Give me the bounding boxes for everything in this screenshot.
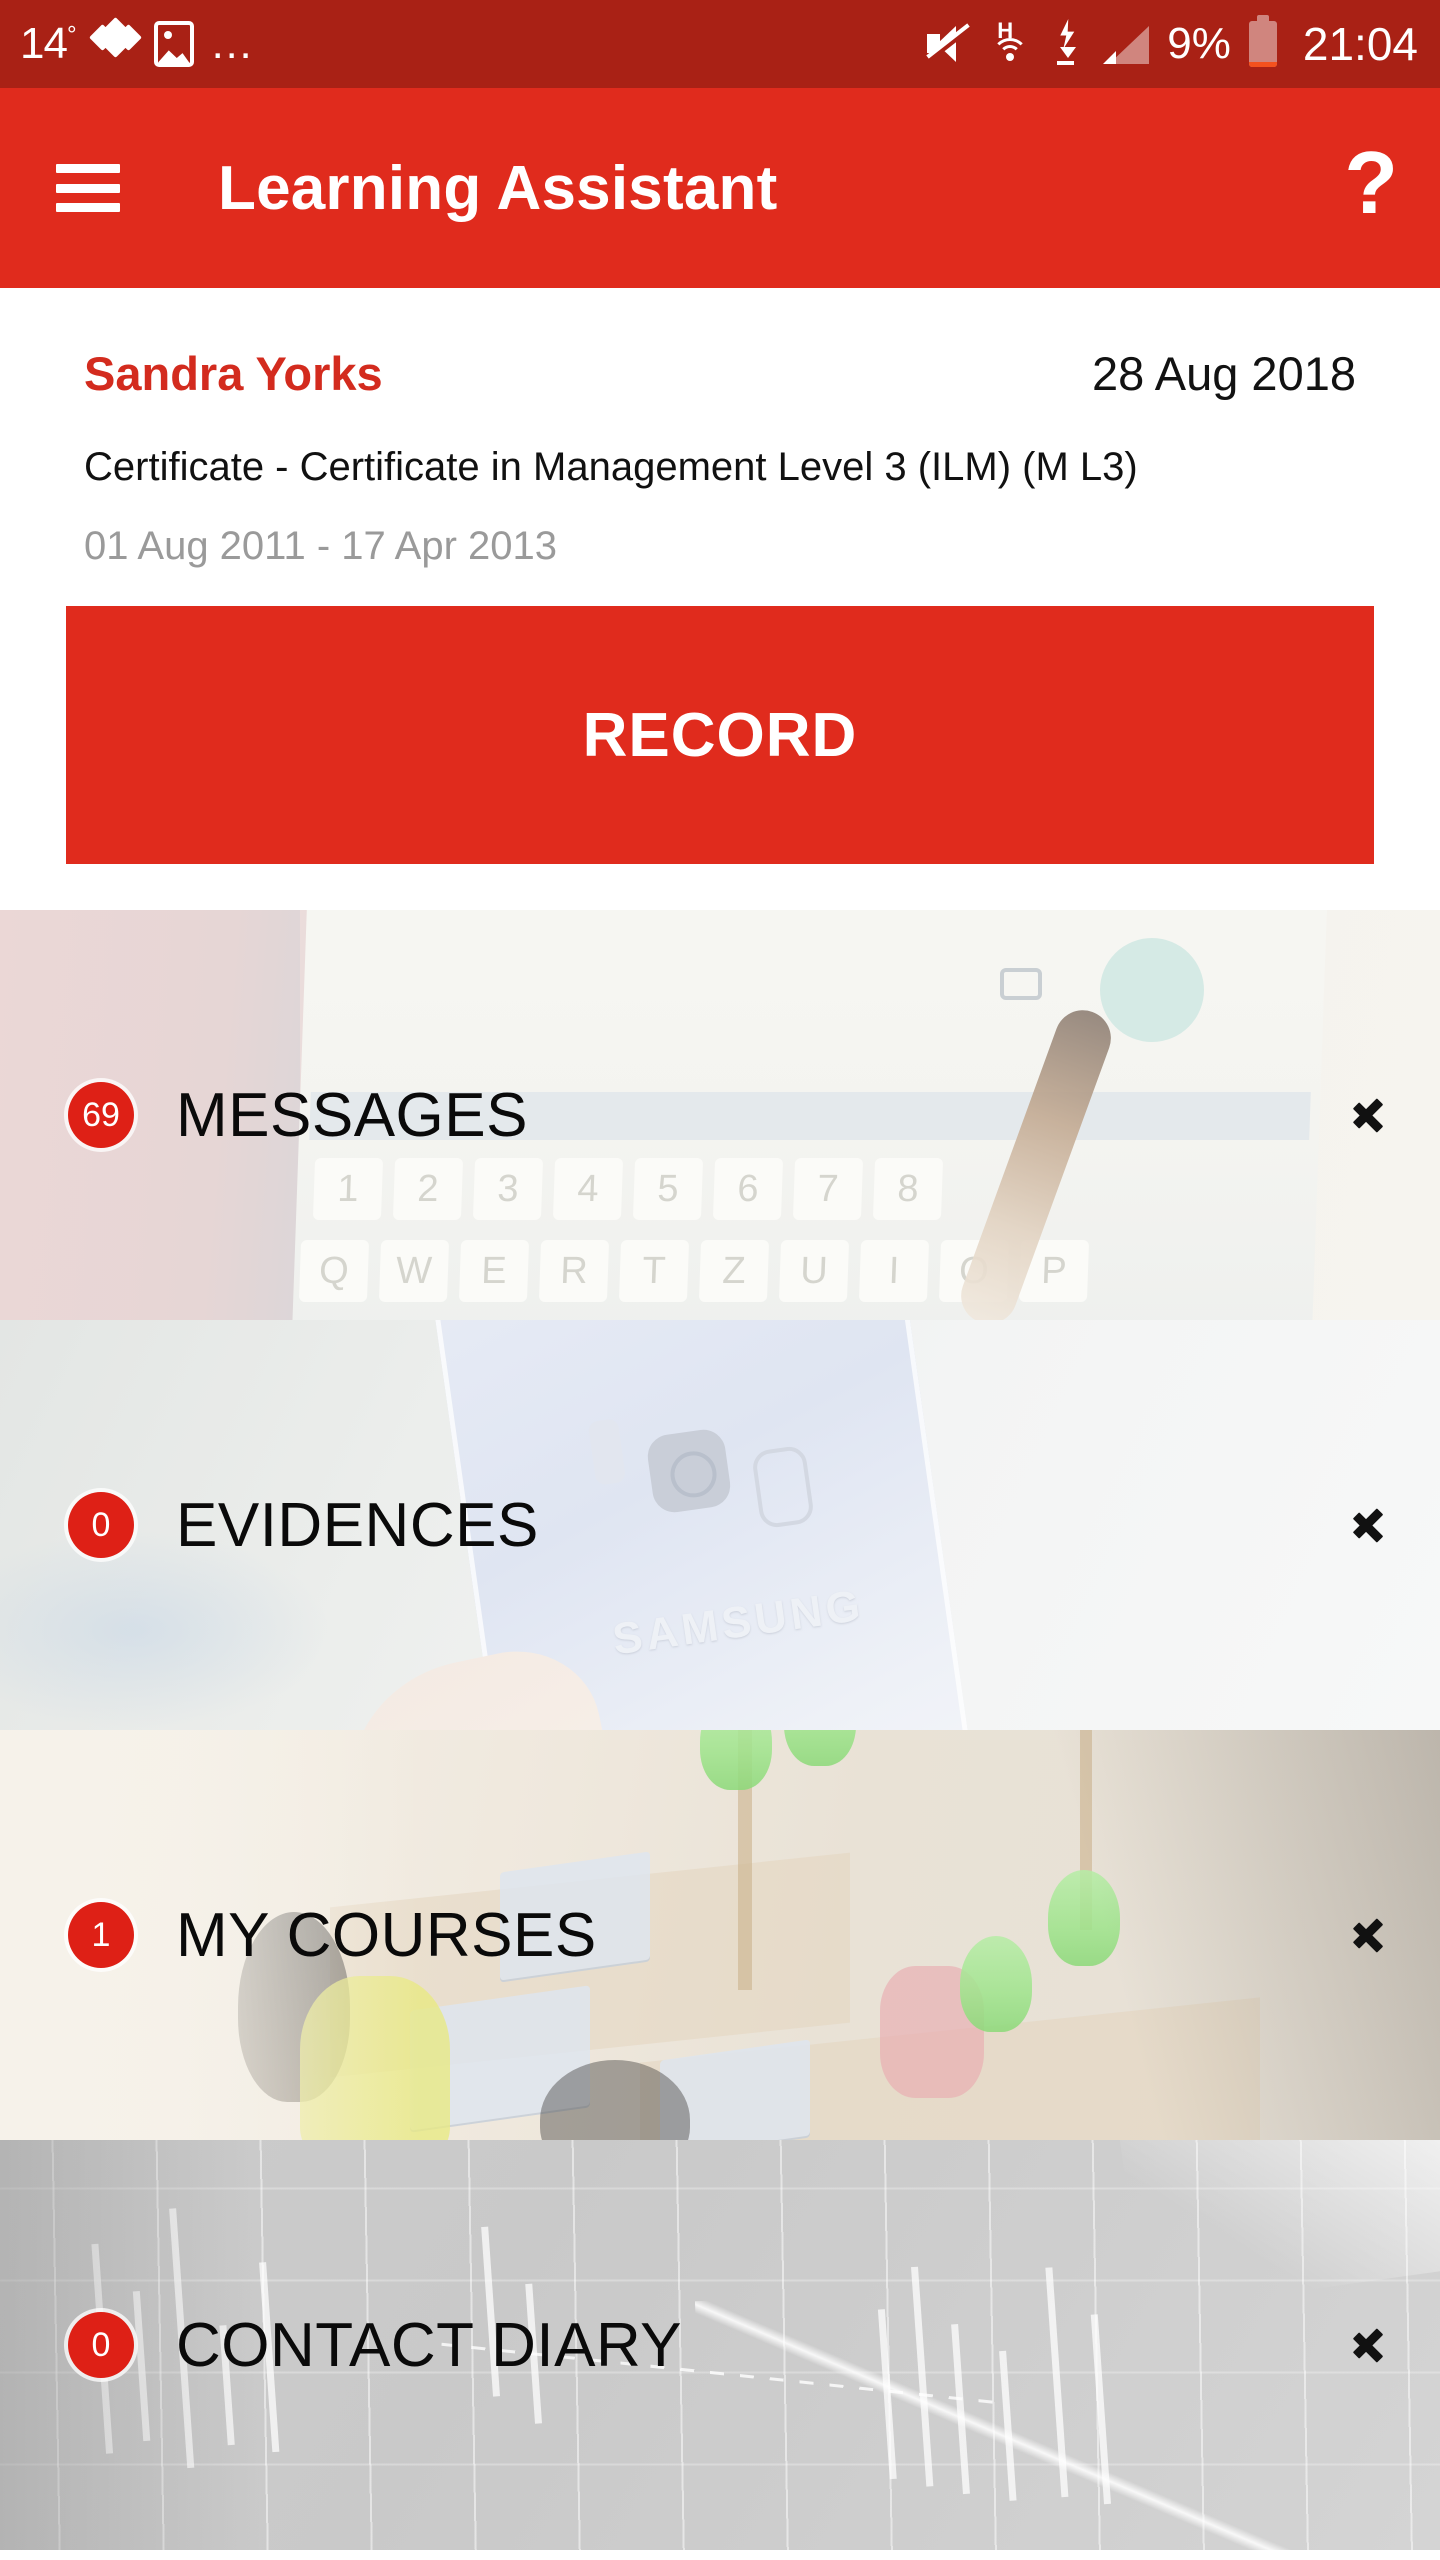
chevron-right-icon[interactable] [1352, 1499, 1382, 1551]
chevron-right-icon[interactable] [1352, 1089, 1382, 1141]
qualification-title: Certificate - Certificate in Management … [84, 445, 1138, 489]
app-bar: Learning Assistant ? [0, 88, 1440, 288]
gallery-icon [153, 21, 194, 67]
battery-icon [1248, 15, 1277, 67]
contact-diary-badge: 0 [68, 2312, 134, 2378]
weather-temperature: 14° [20, 19, 77, 68]
hamburger-menu-icon[interactable] [56, 164, 120, 212]
menu-row-contact-diary[interactable]: 0 CONTACT DIARY [0, 2140, 1440, 2550]
menu-row-label-contact-diary: CONTACT DIARY [176, 2310, 683, 2380]
learner-date: 28 Aug 2018 [1092, 347, 1356, 400]
evidences-badge: 0 [68, 1492, 134, 1558]
learner-card-header: Sandra Yorks 28 Aug 2018 [84, 288, 1356, 401]
my-courses-badge: 1 [68, 1902, 134, 1968]
page-title: Learning Assistant [218, 153, 778, 223]
battery-percent: 9% [1167, 19, 1231, 68]
status-bar-left: 14° … [20, 17, 256, 69]
overflow-dots-icon: … [209, 19, 256, 68]
signal-icon [1103, 24, 1150, 64]
data-download-icon [1051, 19, 1085, 69]
record-button[interactable]: RECORD [66, 606, 1374, 864]
menu-row-label-my-courses: MY COURSES [176, 1900, 597, 1970]
learner-card: Sandra Yorks 28 Aug 2018 Certificate - C… [0, 288, 1440, 910]
degree-symbol: ° [66, 21, 77, 49]
learner-name: Sandra Yorks [84, 347, 383, 400]
wifi-h-icon: H [989, 18, 1033, 68]
app-screen: 14° … H 9% 21:04 Learning Assistant ? Sa… [0, 0, 1440, 2560]
help-icon[interactable]: ? [1344, 139, 1398, 237]
clock: 21:04 [1302, 18, 1418, 70]
status-bar: 14° … H 9% 21:04 [0, 0, 1440, 88]
chevron-right-icon[interactable] [1352, 2319, 1382, 2371]
menu-row-my-courses[interactable]: 1 MY COURSES [0, 1730, 1440, 2140]
menu-row-label-evidences: EVIDENCES [176, 1490, 539, 1560]
messages-badge: 69 [68, 1082, 134, 1148]
mute-icon [925, 23, 972, 65]
qualification-date-range: 01 Aug 2011 - 17 Apr 2013 [84, 524, 557, 568]
dropbox-icon [88, 17, 142, 67]
chevron-right-icon[interactable] [1352, 1909, 1382, 1961]
keyboard-number-row: 1 2 3 4 5 6 7 8 [312, 1158, 944, 1220]
status-bar-right: H 9% 21:04 [925, 15, 1418, 71]
menu-row-label-messages: MESSAGES [176, 1080, 528, 1150]
menu-row-evidences[interactable]: SAMSUNG 0 EVIDENCES [0, 1320, 1440, 1730]
menu-row-messages[interactable]: 1 2 3 4 5 6 7 8 Q W E R T Z U I P 69 MES… [0, 910, 1440, 1320]
menu-row-list: 1 2 3 4 5 6 7 8 Q W E R T Z U I P 69 MES… [0, 910, 1440, 2560]
